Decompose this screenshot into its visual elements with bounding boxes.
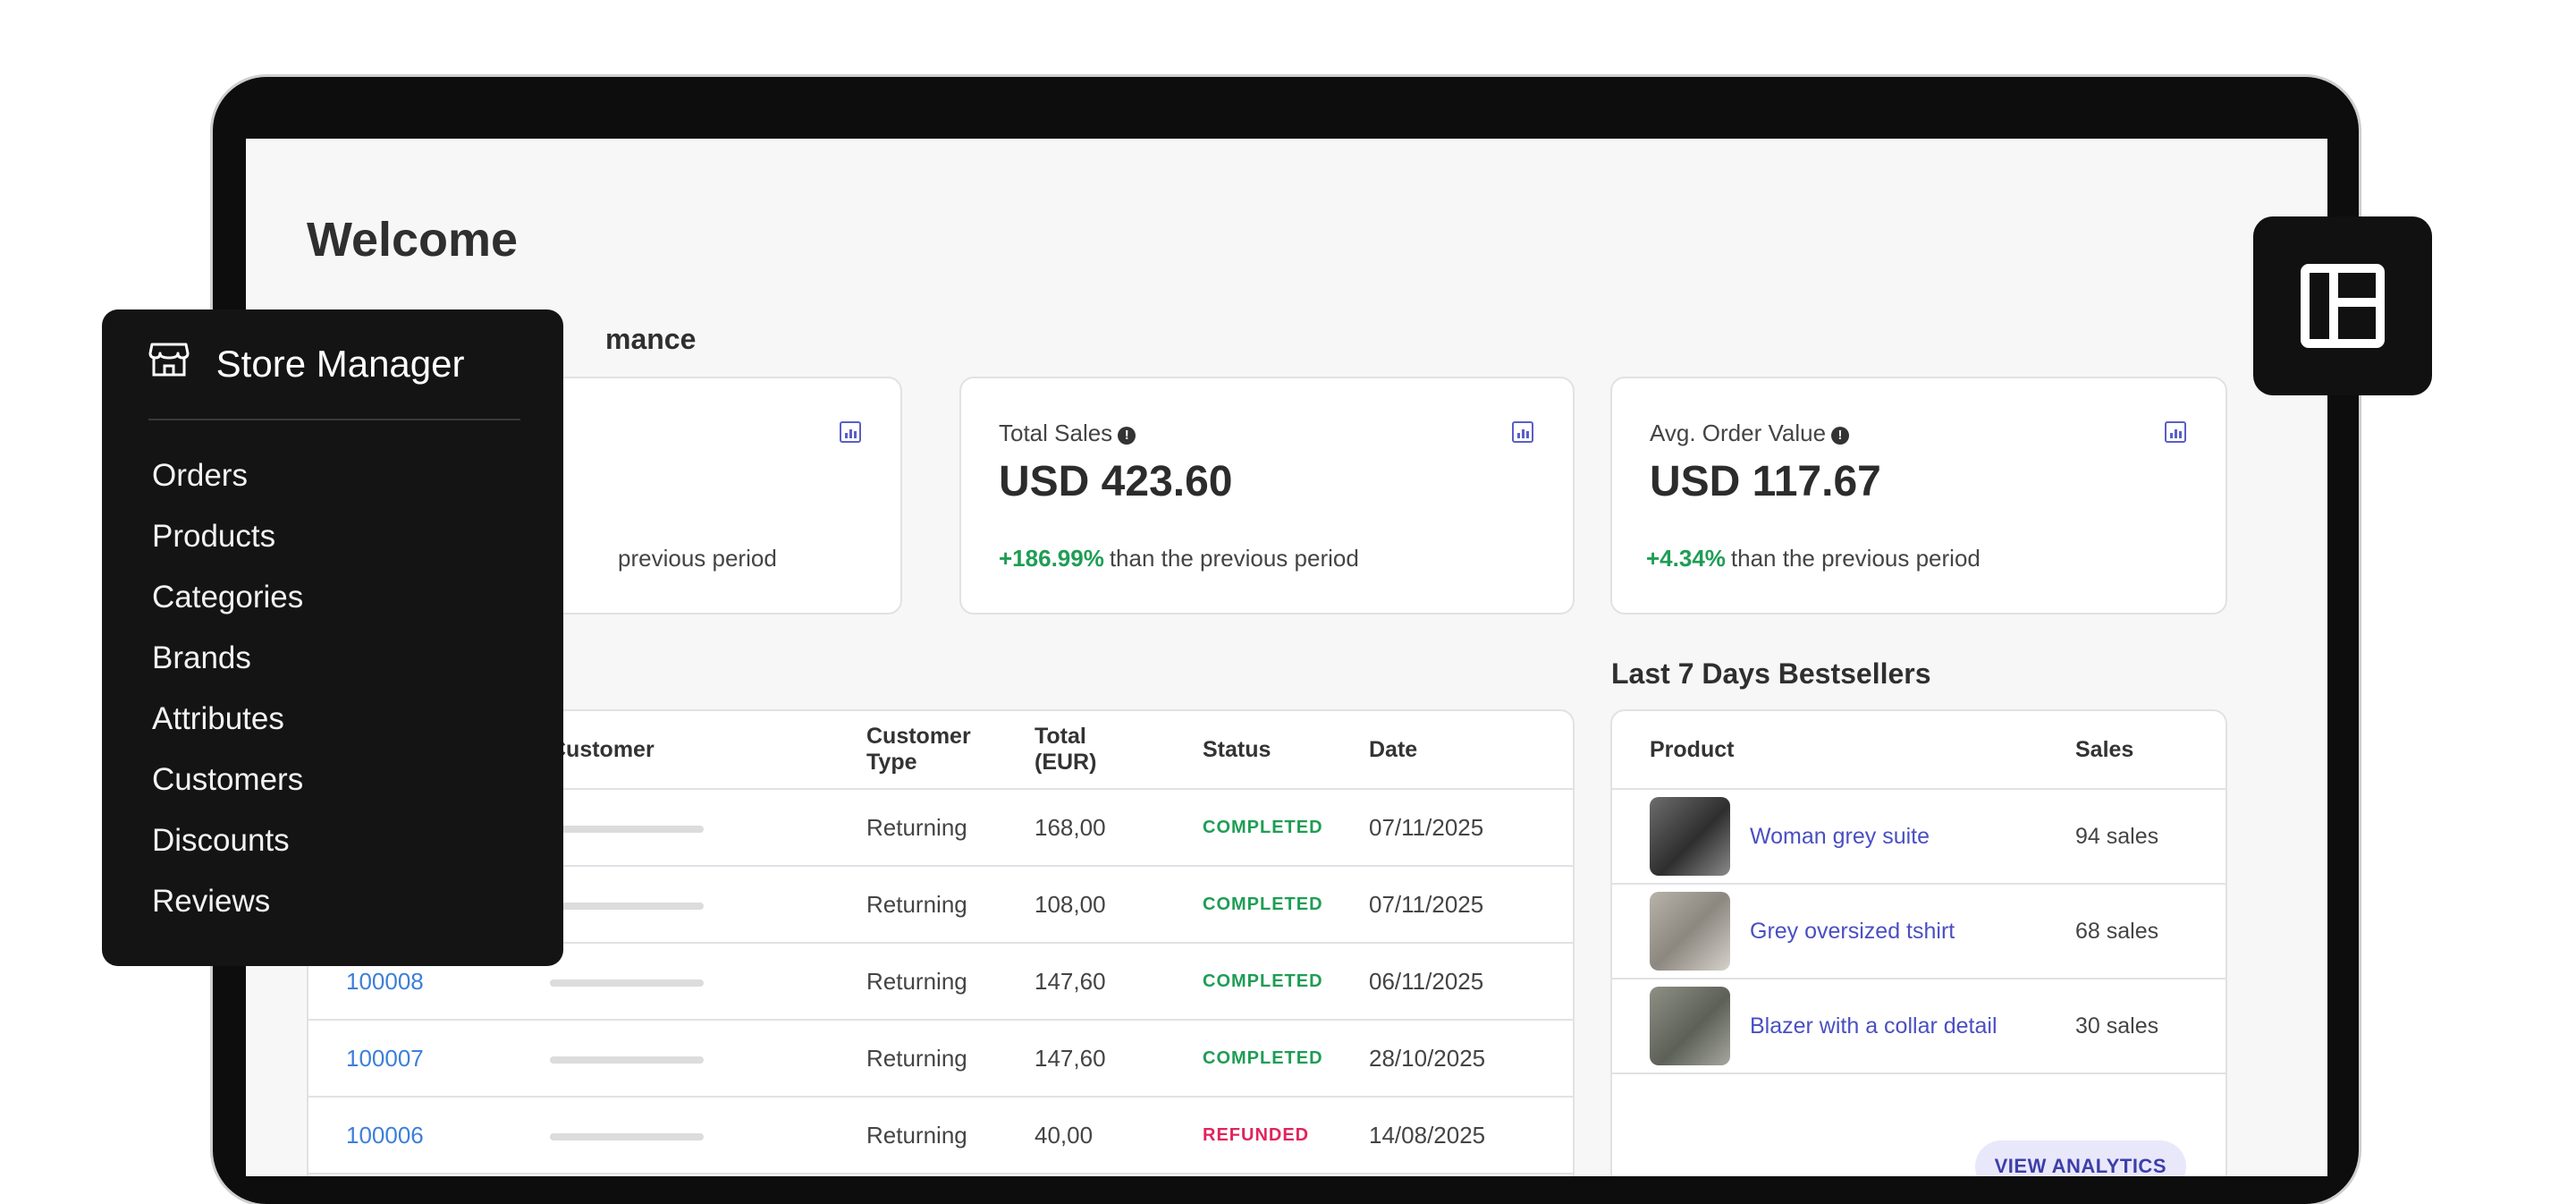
product-link[interactable]: Grey oversized tshirt [1750,919,1955,944]
product-link[interactable]: Blazer with a collar detail [1750,1013,1997,1039]
sidebar-item-categories[interactable]: Categories [152,567,303,628]
status-badge: COMPLETED [1203,789,1369,867]
sidebar-item-customers[interactable]: Customers [152,750,303,810]
sidebar-item-orders[interactable]: Orders [152,445,303,506]
table-row[interactable]: 100007 Returning 147,60 COMPLETED 28/10/… [308,1020,1573,1098]
metric-value: USD 423.60 [999,458,1233,505]
sidebar: Store Manager Orders Products Categories… [102,309,563,966]
metric-delta: +4.34% than the previous period [1646,545,1981,572]
sidebar-divider [148,419,520,420]
order-date: 28/10/2025 [1369,1020,1573,1098]
product-sales: 30 sales [2075,979,2225,1074]
metric-label: Avg. Order Value! [1650,420,1850,447]
order-total: 147,60 [1035,943,1203,1021]
page-title: Welcome [307,213,519,267]
customer-type: Returning [866,1020,1035,1098]
metric-delta: previous period [618,545,777,572]
customer-type: Returning [866,866,1035,944]
bar-chart-icon[interactable] [2165,421,2186,443]
order-id[interactable]: 100007 [308,1020,550,1098]
product-thumbnail[interactable] [1650,987,1730,1065]
customer-type: Returning [866,1097,1035,1174]
order-total: 168,00 [1035,789,1203,867]
customer-type: Returning [866,789,1035,867]
order-date: 07/11/2025 [1369,789,1573,867]
brand-name: Store Manager [215,342,465,385]
bar-chart-icon[interactable] [1512,421,1533,443]
table-row[interactable]: Grey oversized tshirt 68 sales [1612,884,2225,979]
sidebar-item-brands[interactable]: Brands [152,628,303,689]
product-sales: 94 sales [2075,789,2225,885]
customer-placeholder [550,866,866,944]
bestsellers-card: Product Sales Woman grey suite 94 sales … [1610,709,2227,1176]
store-icon [148,341,190,387]
table-row[interactable]: 100006 Returning 40,00 REFUNDED 14/08/20… [308,1097,1573,1174]
sidebar-item-attributes[interactable]: Attributes [152,689,303,750]
table-row[interactable]: Woman grey suite 94 sales [1612,789,2225,885]
col-date[interactable]: Date [1369,711,1573,790]
brand: Store Manager [148,340,465,390]
order-total: 147,60 [1035,1020,1203,1098]
metric-value: USD 117.67 [1650,458,1881,505]
customer-placeholder [550,1097,866,1174]
customer-placeholder [550,943,866,1021]
metric-label: Total Sales! [999,420,1136,447]
status-badge: COMPLETED [1203,1020,1369,1098]
col-customer-type[interactable]: Customer Type [866,711,1035,790]
product-link[interactable]: Woman grey suite [1750,824,1930,849]
col-sales: Sales [2075,711,2225,790]
product-thumbnail[interactable] [1650,892,1730,971]
status-badge: COMPLETED [1203,866,1369,944]
sidebar-item-discounts[interactable]: Discounts [152,810,303,871]
sidebar-item-reviews[interactable]: Reviews [152,871,303,932]
customer-placeholder [550,1020,866,1098]
sidebar-item-products[interactable]: Products [152,506,303,567]
sidebar-nav: Orders Products Categories Brands Attrib… [152,445,303,932]
order-total: 108,00 [1035,866,1203,944]
order-date: 07/11/2025 [1369,866,1573,944]
layout-icon [2301,264,2385,348]
view-analytics-button[interactable]: VIEW ANALYTICS [1974,1140,2186,1176]
info-icon[interactable]: ! [1118,427,1136,445]
layout-button[interactable] [2253,216,2432,395]
table-row[interactable]: Blazer with a collar detail 30 sales [1612,979,2225,1074]
bestsellers-title: Last 7 Days Bestsellers [1611,657,1931,690]
metric-card-total-sales: Total Sales! USD 423.60 +186.99% than the… [959,377,1575,615]
col-status[interactable]: Status [1203,711,1369,790]
order-total: 40,00 [1035,1097,1203,1174]
product-thumbnail[interactable] [1650,797,1730,876]
info-icon[interactable]: ! [1831,427,1850,445]
customer-type: Returning [866,943,1035,1021]
metric-card-avg-order: Avg. Order Value! USD 117.67 +4.34% than … [1610,377,2227,615]
order-id[interactable]: 100006 [308,1097,550,1174]
metric-delta: +186.99% than the previous period [999,545,1359,572]
bestsellers-table: Product Sales Woman grey suite 94 sales … [1612,711,2225,1074]
order-date: 14/08/2025 [1369,1097,1573,1174]
bar-chart-icon[interactable] [840,421,861,443]
performance-title: mance [605,323,697,355]
col-total[interactable]: Total (EUR) [1035,711,1203,790]
product-sales: 68 sales [2075,884,2225,979]
status-badge: COMPLETED [1203,943,1369,1021]
col-product: Product [1612,711,2075,790]
customer-placeholder [550,789,866,867]
status-badge: REFUNDED [1203,1097,1369,1174]
col-customer[interactable]: Customer [550,711,866,790]
order-date: 06/11/2025 [1369,943,1573,1021]
